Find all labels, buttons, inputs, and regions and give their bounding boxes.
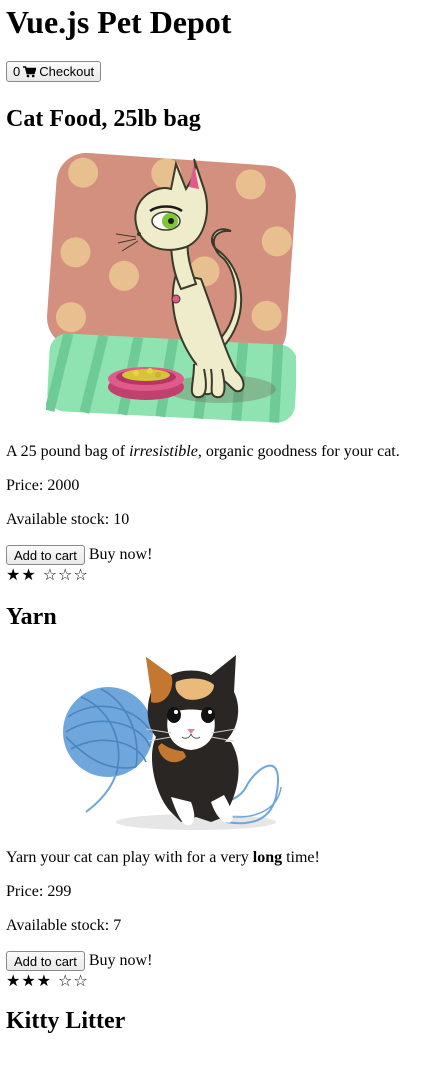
price-label: Price: <box>6 883 48 900</box>
product-image <box>46 637 296 837</box>
stock-label: Available stock: <box>6 917 114 934</box>
product-card: Kitty Litter <box>6 1007 417 1035</box>
add-to-cart-button[interactable]: Add to cart <box>6 545 85 565</box>
cart-icon <box>23 65 37 77</box>
stock-value: 10 <box>113 511 130 528</box>
buy-now-label: Buy now! <box>88 952 153 969</box>
product-image <box>46 139 296 429</box>
description-text: A 25 pound bag of <box>6 443 130 460</box>
description-strong: long <box>252 849 283 866</box>
cart-count: 0 <box>13 64 21 79</box>
product-title: Cat Food, 25lb bag <box>6 106 201 132</box>
product-title: Kitty Litter <box>6 1008 126 1034</box>
product-stock: Available stock: 7 <box>6 917 417 935</box>
checkout-label: Checkout <box>39 64 95 79</box>
page-title: Vue.js Pet Depot <box>6 4 232 40</box>
price-value: 299 <box>47 883 72 900</box>
product-card: Yarn Yarn your cat can play with for a v… <box>6 603 417 991</box>
cart-row: Add to cart Buy now! <box>6 951 417 971</box>
price-value: 2000 <box>47 477 80 494</box>
product-description: A 25 pound bag of irresistible, organic … <box>6 443 417 461</box>
stars-empty: ☆☆☆ <box>42 565 89 584</box>
product-description: Yarn your cat can play with for a very l… <box>6 849 417 867</box>
product-stock: Available stock: 10 <box>6 511 417 529</box>
page: Vue.js Pet Depot 0 Checkout Cat Food, 25… <box>0 0 423 1035</box>
stock-label: Available stock: <box>6 511 114 528</box>
stars-filled: ★★★ <box>6 971 53 990</box>
product-title: Yarn <box>6 604 57 630</box>
buy-now-label: Buy now! <box>88 546 153 563</box>
description-text: Yarn your cat can play with for a very <box>6 849 253 866</box>
product-price: Price: 2000 <box>6 477 417 495</box>
add-to-cart-button[interactable]: Add to cart <box>6 951 85 971</box>
stars-empty: ☆☆ <box>58 971 89 990</box>
product-price: Price: 299 <box>6 883 417 901</box>
star-rating: ★★★ ☆☆ <box>6 971 417 991</box>
description-text-end: , organic goodness for your cat. <box>197 443 400 460</box>
stock-value: 7 <box>113 917 122 934</box>
product-card: Cat Food, 25lb bag A 25 pound bag of irr… <box>6 105 417 585</box>
description-emphasis: irresistible <box>129 443 198 460</box>
star-rating: ★★ ☆☆☆ <box>6 565 417 585</box>
checkout-button[interactable]: 0 Checkout <box>6 61 102 82</box>
description-text-end: time! <box>282 849 320 866</box>
price-label: Price: <box>6 477 48 494</box>
stars-filled: ★★ <box>6 565 37 584</box>
cart-row: Add to cart Buy now! <box>6 545 417 565</box>
